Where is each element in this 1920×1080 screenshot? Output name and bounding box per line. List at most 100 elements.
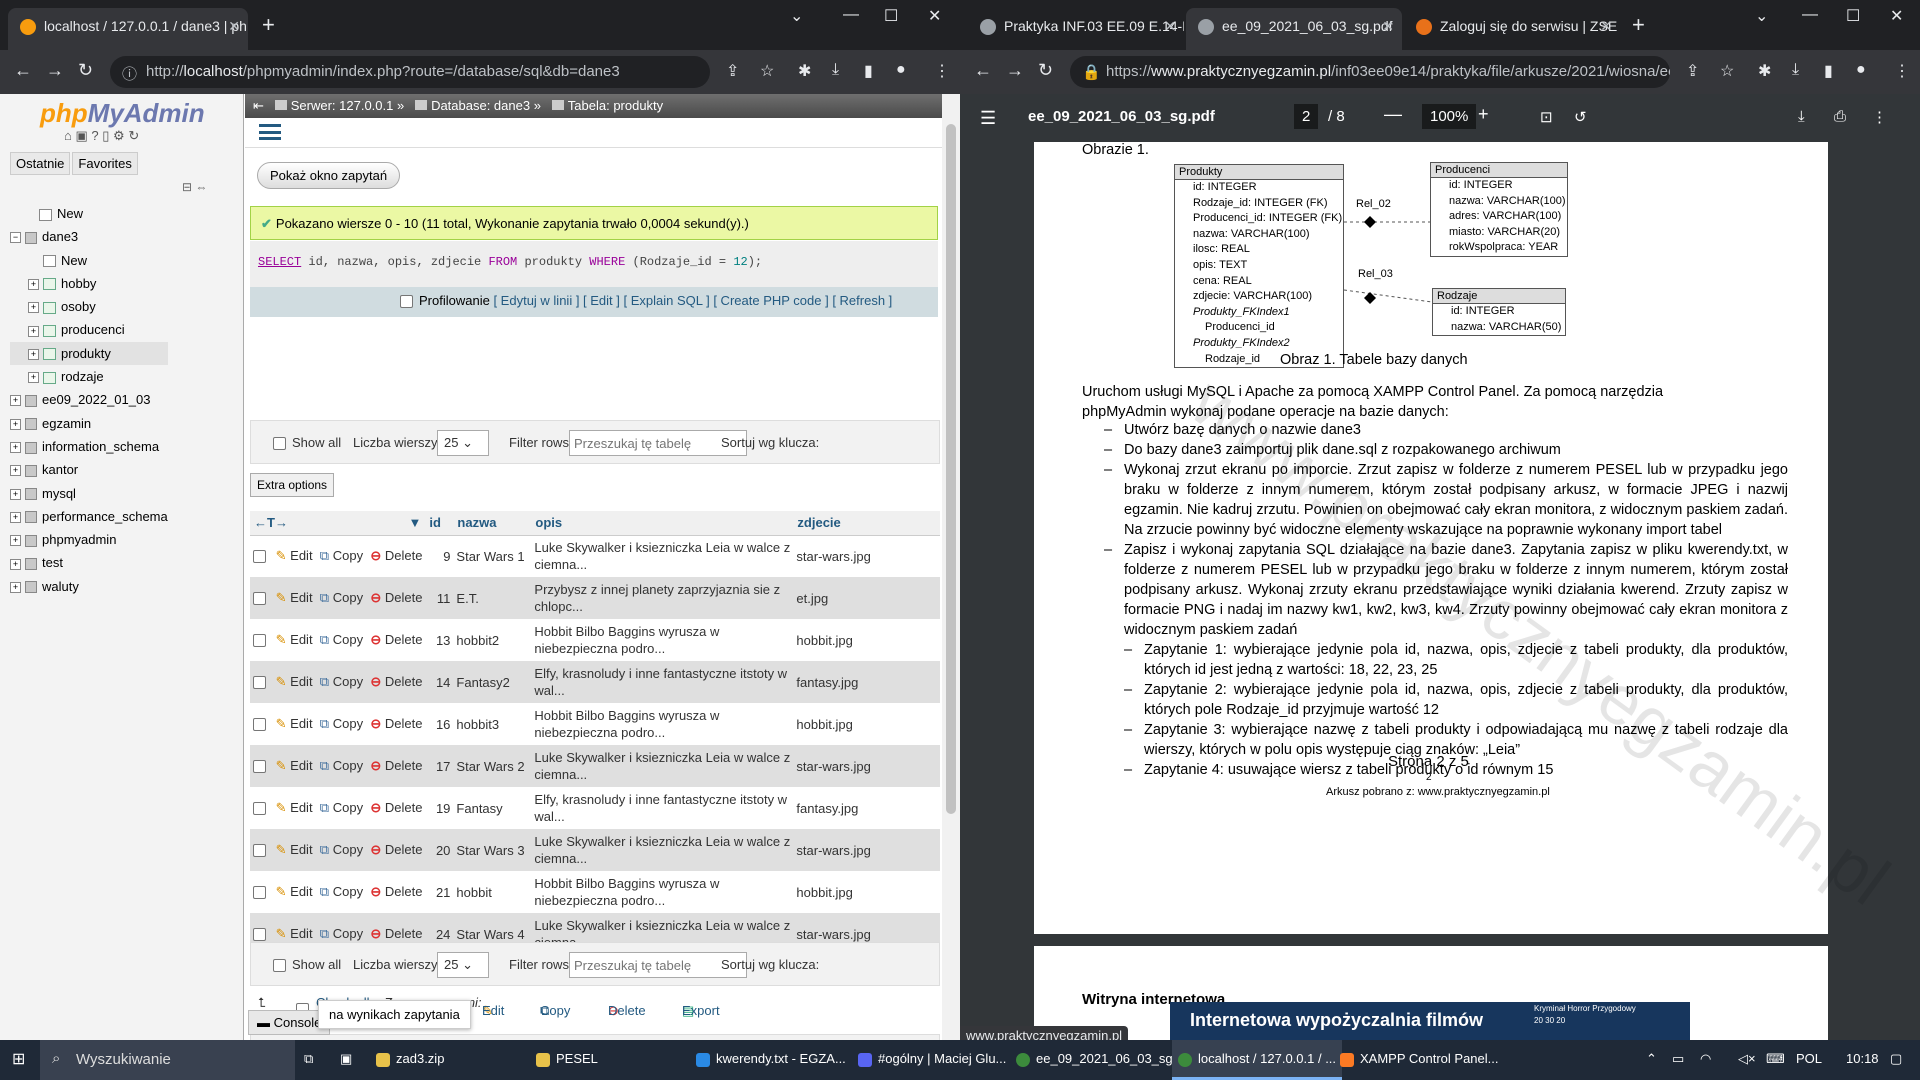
side-panel-icon[interactable]: ▮ xyxy=(864,61,873,81)
new-tab-icon[interactable]: + xyxy=(1632,12,1645,38)
cell-id[interactable]: 17 xyxy=(425,745,454,787)
row-copy-button[interactable]: ⧉ Copy xyxy=(320,674,363,689)
back-icon[interactable]: ← xyxy=(14,60,32,81)
taskbar-item-pdf[interactable]: ee_09_2021_06_03_sg... xyxy=(1016,1051,1183,1067)
collapse-all-icon[interactable]: ⊟ xyxy=(182,180,192,194)
rows-count-select[interactable]: 25 ⌄ xyxy=(437,430,489,456)
phpmyadmin-logo[interactable]: phpMyAdmin xyxy=(40,98,205,129)
row-edit-button[interactable]: ✎ Edit xyxy=(276,758,313,773)
bookmark-star-icon[interactable]: ☆ xyxy=(760,61,774,81)
taskbar-item-localhost[interactable]: localhost / 127.0.0.1 / ... xyxy=(1172,1040,1343,1080)
row-delete-button[interactable]: ⊖ Delete xyxy=(370,548,422,563)
cell-zdjecie[interactable]: star-wars.jpg xyxy=(793,535,940,577)
settings-icon[interactable]: ⚙ xyxy=(113,128,125,143)
logout-icon[interactable]: ▣ xyxy=(75,128,87,143)
cell-id[interactable]: 20 xyxy=(425,829,454,871)
cell-zdjecie[interactable]: star-wars.jpg xyxy=(793,829,940,871)
link-icon[interactable]: ⇔ xyxy=(195,180,207,194)
row-checkbox[interactable] xyxy=(253,550,266,564)
row-checkbox[interactable] xyxy=(253,634,266,648)
breadcrumb-database[interactable]: Database: dane3 xyxy=(431,98,530,113)
tree-item[interactable]: New xyxy=(10,202,168,225)
row-delete-button[interactable]: ⊖ Delete xyxy=(370,842,422,857)
row-edit-button[interactable]: ✎ Edit xyxy=(276,800,313,815)
row-copy-button[interactable]: ⧉ Copy xyxy=(320,548,363,563)
cell-opis[interactable]: Hobbit Bilbo Baggins wyrusza w niebezpie… xyxy=(531,703,794,745)
column-header-opis[interactable]: opis xyxy=(531,511,794,536)
extensions-icon[interactable]: ✱ xyxy=(798,61,811,81)
expand-icon[interactable]: + xyxy=(28,278,39,290)
cell-id[interactable]: 14 xyxy=(425,661,454,703)
row-delete-button[interactable]: ⊖ Delete xyxy=(370,716,422,731)
cell-opis[interactable]: Przybysz z innej planety zaprzyjaznia si… xyxy=(531,577,794,619)
maximize-icon[interactable]: ☐ xyxy=(884,6,898,26)
cell-zdjecie[interactable]: hobbit.jpg xyxy=(793,619,940,661)
close-tab-icon[interactable]: ✕ xyxy=(1382,18,1394,35)
show-all-checkbox[interactable] xyxy=(273,437,286,451)
info-icon[interactable]: ⓘ xyxy=(122,63,137,84)
cell-nazwa[interactable]: hobbit2 xyxy=(453,619,532,661)
tab-search-icon[interactable]: ⌄ xyxy=(1755,6,1768,26)
tree-item[interactable]: + performance_schema xyxy=(10,505,168,528)
row-edit-button[interactable]: ✎ Edit xyxy=(276,884,313,899)
rotate-icon[interactable]: ↺ xyxy=(1574,108,1587,126)
sql-select-keyword[interactable]: SELECT xyxy=(258,255,301,269)
tab-pdf[interactable]: ee_09_2021_06_03_sg.pdf ✕ xyxy=(1186,8,1402,50)
cell-nazwa[interactable]: Fantasy2 xyxy=(453,661,532,703)
tab-phpmyadmin[interactable]: localhost / 127.0.0.1 / dane3 | ph ✕ xyxy=(8,8,248,50)
row-checkbox[interactable] xyxy=(253,928,266,942)
cell-zdjecie[interactable]: hobbit.jpg xyxy=(793,703,940,745)
row-delete-button[interactable]: ⊖ Delete xyxy=(370,674,422,689)
recent-tab[interactable]: Ostatnie xyxy=(10,152,71,175)
show-query-box-button[interactable]: Pokaż okno zapytań xyxy=(257,162,401,189)
tray-chevron-icon[interactable]: ⌃ xyxy=(1646,1051,1657,1067)
menu-kebab-icon[interactable]: ⋮ xyxy=(1894,61,1910,81)
column-header-id[interactable]: id xyxy=(425,511,454,536)
windows-start-icon[interactable]: ⊞ xyxy=(12,1049,25,1069)
row-checkbox[interactable] xyxy=(253,844,266,858)
cell-opis[interactable]: Hobbit Bilbo Baggins wyrusza w niebezpie… xyxy=(531,619,794,661)
tree-item[interactable]: + mysql xyxy=(10,482,168,505)
profile-avatar[interactable]: ● xyxy=(896,61,906,79)
forward-icon[interactable]: → xyxy=(1006,60,1024,81)
tree-item[interactable]: + kantor xyxy=(10,458,168,481)
row-checkbox[interactable] xyxy=(253,760,266,774)
zoom-in-icon[interactable]: + xyxy=(1478,104,1489,125)
collapse-panel-icon[interactable]: ⇤ xyxy=(253,98,264,113)
home-icon[interactable]: ⌂ xyxy=(64,128,72,143)
menu-kebab-icon[interactable]: ⋮ xyxy=(934,61,950,81)
rows-count-select-bottom[interactable]: 25 ⌄ xyxy=(437,952,489,978)
wifi-icon[interactable]: ◠ xyxy=(1700,1051,1711,1067)
row-checkbox[interactable] xyxy=(253,718,266,732)
close-tab-icon[interactable]: ✕ xyxy=(1600,18,1612,35)
expand-icon[interactable]: + xyxy=(10,535,21,547)
column-header-nazwa[interactable]: nazwa xyxy=(453,511,532,536)
new-tab-icon[interactable]: + xyxy=(262,12,275,38)
cell-nazwa[interactable]: hobbit3 xyxy=(453,703,532,745)
row-checkbox[interactable] xyxy=(253,886,266,900)
volume-icon[interactable]: ◁× xyxy=(1738,1051,1756,1067)
expand-icon[interactable]: + xyxy=(10,581,21,593)
cell-opis[interactable]: Elfy, krasnoludy i inne fantastyczne its… xyxy=(531,787,794,829)
content-scrollbar[interactable] xyxy=(942,94,960,1040)
fit-page-icon[interactable]: ⊡ xyxy=(1540,108,1553,126)
row-copy-button[interactable]: ⧉ Copy xyxy=(320,842,363,857)
show-all-checkbox-bottom[interactable] xyxy=(273,959,286,973)
row-edit-button[interactable]: ✎ Edit xyxy=(276,590,313,605)
zoom-out-icon[interactable]: — xyxy=(1384,104,1402,125)
expand-icon[interactable]: + xyxy=(28,348,39,360)
row-edit-button[interactable]: ✎ Edit xyxy=(276,548,313,563)
download-icon[interactable]: ⤓ xyxy=(1792,61,1799,79)
expand-icon[interactable]: + xyxy=(10,442,21,454)
profile-avatar[interactable]: ● xyxy=(1856,61,1866,79)
lock-icon[interactable]: 🔒 xyxy=(1082,63,1101,81)
expand-icon[interactable]: + xyxy=(10,395,21,407)
tree-item[interactable]: + produkty xyxy=(10,341,168,366)
side-panel-icon[interactable]: ▮ xyxy=(1824,61,1833,81)
cell-nazwa[interactable]: hobbit xyxy=(453,871,532,913)
keyboard-icon[interactable]: ⌨ xyxy=(1766,1051,1785,1067)
row-delete-button[interactable]: ⊖ Delete xyxy=(370,758,422,773)
bookmark-star-icon[interactable]: ☆ xyxy=(1720,61,1734,81)
tab-praktyka[interactable]: Praktyka INF.03 EE.09 E.14-Pra ✕ xyxy=(968,8,1184,50)
close-tab-icon[interactable]: ✕ xyxy=(228,18,240,35)
